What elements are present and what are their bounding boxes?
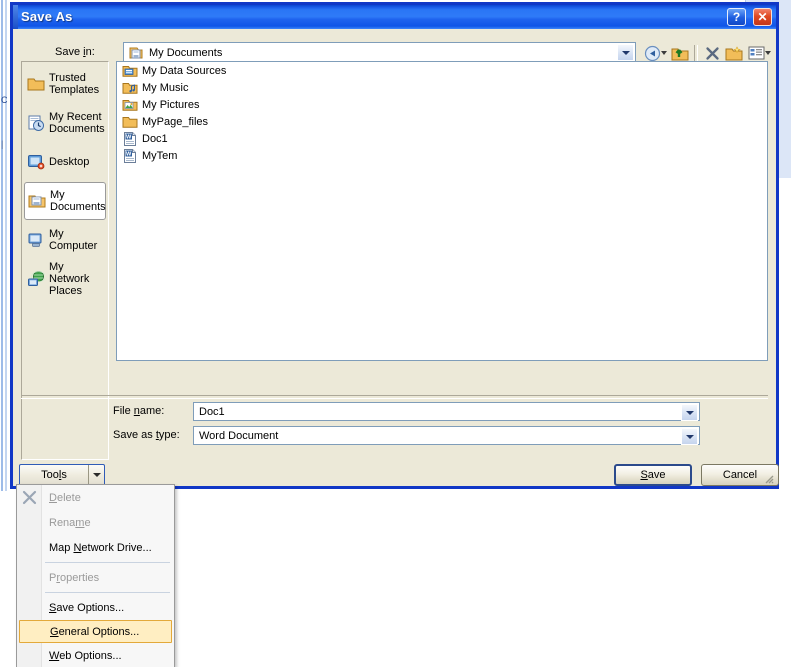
menu-item-label: Rename bbox=[49, 516, 91, 529]
svg-text:W: W bbox=[126, 134, 132, 140]
chevron-down-icon bbox=[685, 434, 694, 439]
menu-item-web-options[interactable]: Web Options... bbox=[17, 643, 174, 667]
dialog-toolbar: Save in: My Documents bbox=[13, 29, 776, 63]
menu-item-delete[interactable]: Delete bbox=[17, 485, 174, 510]
file-name-label-text: File name: bbox=[113, 405, 165, 417]
file-list-item[interactable]: My Music bbox=[117, 79, 767, 96]
help-button[interactable]: ? bbox=[727, 8, 746, 26]
tools-button[interactable]: Tools bbox=[19, 464, 105, 486]
tools-button-label: Tools bbox=[41, 469, 67, 481]
my-computer-icon bbox=[27, 231, 45, 249]
place-my-network-places[interactable]: My Network Places bbox=[24, 260, 106, 298]
file-name-value: Doc1 bbox=[199, 405, 225, 418]
cancel-button-label: Cancel bbox=[722, 469, 758, 481]
recent-documents-icon bbox=[27, 114, 45, 132]
places-bar: Trusted Templates My Recent Documents De… bbox=[21, 61, 109, 460]
my-documents-folder-icon bbox=[128, 45, 144, 61]
place-trusted-templates[interactable]: Trusted Templates bbox=[24, 65, 106, 103]
menu-item-label: Save Options... bbox=[49, 601, 125, 614]
file-name-input[interactable]: Doc1 bbox=[193, 402, 700, 421]
close-button[interactable]: ✕ bbox=[753, 8, 772, 26]
background-left-mark-1: C bbox=[1, 95, 8, 105]
save-in-value: My Documents bbox=[149, 46, 223, 59]
close-icon: ✕ bbox=[757, 10, 768, 24]
my-documents-icon bbox=[28, 192, 46, 210]
delete-x-icon bbox=[21, 489, 38, 506]
place-label: My Computer bbox=[49, 228, 98, 252]
menu-separator bbox=[45, 562, 170, 563]
help-icon: ? bbox=[732, 10, 741, 24]
data-sources-folder-icon bbox=[122, 63, 138, 79]
place-label: Desktop bbox=[49, 156, 90, 168]
file-name-dropdown-button[interactable] bbox=[681, 404, 698, 421]
dialog-separator bbox=[21, 395, 768, 399]
folder-icon bbox=[27, 75, 45, 93]
chevron-down-icon bbox=[621, 50, 630, 55]
chevron-down-icon bbox=[92, 473, 101, 477]
toolbar-separator bbox=[694, 45, 698, 61]
tools-menu[interactable]: Delete Rename Map Network Drive... Prope… bbox=[16, 484, 175, 667]
file-list-item[interactable]: MyPage_files bbox=[117, 113, 767, 130]
menu-item-label: Properties bbox=[49, 571, 100, 584]
dialog-title: Save As bbox=[21, 9, 73, 24]
save-as-dialog: Save As ? ✕ Save in: My Documents Truste… bbox=[10, 2, 779, 489]
place-my-computer[interactable]: My Computer bbox=[24, 221, 106, 259]
place-label: Trusted Templates bbox=[49, 72, 100, 96]
menu-item-general-options[interactable]: General Options... bbox=[19, 620, 172, 643]
resize-grip[interactable] bbox=[762, 472, 774, 484]
save-as-type-dropdown-button[interactable] bbox=[681, 428, 698, 445]
file-list-item[interactable]: W Doc1 bbox=[117, 130, 767, 147]
menu-separator bbox=[45, 592, 170, 593]
tools-dropdown-button[interactable] bbox=[88, 465, 104, 485]
save-in-combo[interactable]: My Documents bbox=[123, 42, 636, 63]
place-my-documents[interactable]: My Documents bbox=[24, 182, 106, 220]
background-left-rulers bbox=[0, 0, 10, 491]
file-name-label: MyTem bbox=[142, 149, 178, 162]
place-label: My Recent Documents bbox=[49, 111, 105, 135]
menu-item-map-network-drive[interactable]: Map Network Drive... bbox=[17, 535, 174, 560]
screen: C | e 7 Save As ? ✕ Save in: bbox=[0, 0, 791, 667]
save-as-type-value: Word Document bbox=[199, 429, 279, 442]
my-music-folder-icon bbox=[122, 80, 138, 96]
chevron-down-icon bbox=[685, 410, 694, 415]
save-as-type-select[interactable]: Word Document bbox=[193, 426, 700, 445]
file-name-label: My Data Sources bbox=[142, 64, 227, 77]
file-list-item[interactable]: W MyTem bbox=[117, 147, 767, 164]
menu-item-label: Web Options... bbox=[49, 649, 122, 662]
menu-item-label: Map Network Drive... bbox=[49, 541, 152, 554]
save-in-dropdown-button[interactable] bbox=[617, 44, 634, 61]
file-list[interactable]: My Data Sources My Music My Pictures MyP… bbox=[116, 61, 768, 361]
background-left-mark-2: | bbox=[1, 139, 4, 149]
menu-item-properties[interactable]: Properties bbox=[17, 565, 174, 590]
place-my-recent-documents[interactable]: My Recent Documents bbox=[24, 104, 106, 142]
word-document-icon: W bbox=[122, 148, 138, 164]
file-name-label: Doc1 bbox=[142, 132, 168, 145]
word-document-icon: W bbox=[122, 131, 138, 147]
folder-icon bbox=[122, 114, 138, 130]
file-name-label: My Music bbox=[142, 81, 189, 94]
svg-text:W: W bbox=[126, 151, 132, 157]
save-button[interactable]: Save bbox=[614, 464, 692, 486]
file-name-label: My Pictures bbox=[142, 98, 200, 111]
menu-item-rename[interactable]: Rename bbox=[17, 510, 174, 535]
place-desktop[interactable]: Desktop bbox=[24, 143, 106, 181]
save-button-label: Save bbox=[640, 469, 666, 481]
network-places-icon bbox=[27, 270, 46, 288]
file-list-item[interactable]: My Pictures bbox=[117, 96, 767, 113]
save-in-label: Save in: bbox=[55, 46, 95, 58]
desktop-icon bbox=[27, 153, 45, 171]
place-label: My Network Places bbox=[49, 261, 90, 297]
dialog-titlebar[interactable]: Save As ? ✕ bbox=[13, 5, 776, 29]
file-name-label: MyPage_files bbox=[142, 115, 209, 128]
menu-item-label: General Options... bbox=[50, 625, 140, 638]
place-label: My Documents bbox=[50, 189, 106, 213]
file-list-item[interactable]: My Data Sources bbox=[117, 62, 767, 79]
menu-item-label: Delete bbox=[49, 491, 81, 504]
titlebar-left-edge bbox=[13, 5, 18, 29]
my-pictures-folder-icon bbox=[122, 97, 138, 113]
menu-item-save-options[interactable]: Save Options... bbox=[17, 595, 174, 620]
save-as-type-label-text: Save as type: bbox=[113, 429, 180, 441]
